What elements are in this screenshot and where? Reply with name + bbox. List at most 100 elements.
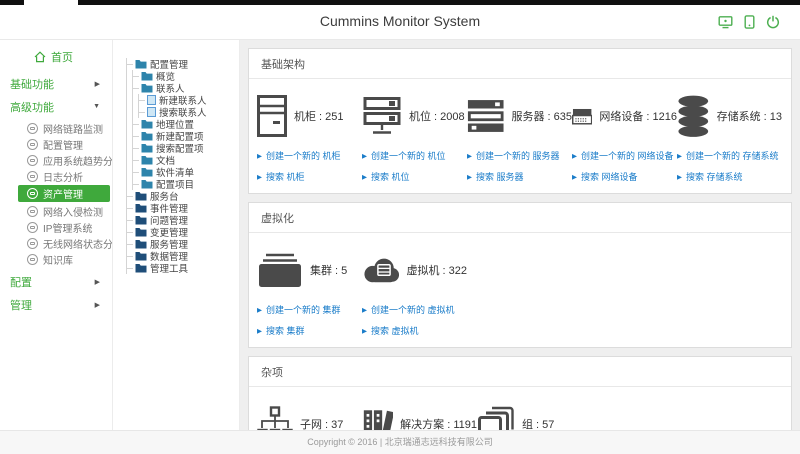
folder-icon <box>135 251 147 261</box>
create-storage-link[interactable]: 创建一个新的 存储系统 <box>677 149 782 162</box>
chevron-down-icon: ▼ <box>93 103 100 110</box>
search-vm-link[interactable]: 搜索 虚拟机 <box>362 324 467 337</box>
mobile-icon[interactable] <box>744 15 755 29</box>
asset-label: 机位 : 2008 <box>409 108 465 124</box>
create-rack-slot-link[interactable]: 创建一个新的 机位 <box>362 149 467 162</box>
folder-icon <box>141 179 153 189</box>
rack-slot-icon <box>362 97 402 135</box>
vm-icon <box>362 254 399 286</box>
config-icon <box>27 139 38 150</box>
sidebar-item-config-mgmt[interactable]: 配置管理 <box>0 136 112 152</box>
power-icon[interactable] <box>766 15 780 29</box>
tree-node-config-project[interactable]: 配置项目 <box>133 178 239 190</box>
folder-icon <box>141 131 153 141</box>
folder-icon <box>135 59 147 69</box>
asset-label: 服务器 : 635 <box>511 108 572 124</box>
search-storage-link[interactable]: 搜索 存储系统 <box>677 170 782 183</box>
sidebar-item-knowledge[interactable]: 知识库 <box>0 251 112 267</box>
asset-label: 组 : 57 <box>522 416 554 430</box>
asset-label: 集群 : 5 <box>310 262 347 278</box>
search-rack-link[interactable]: 搜索 机柜 <box>257 170 362 183</box>
server-icon <box>467 98 504 134</box>
asset-label: 存储系统 : 13 <box>717 108 782 124</box>
ip-icon <box>27 222 38 233</box>
create-rack-link[interactable]: 创建一个新的 机柜 <box>257 149 362 162</box>
header-icons <box>718 15 780 29</box>
sidebar-item-asset-mgmt[interactable]: 资产管理 <box>18 185 110 202</box>
folder-icon <box>135 239 147 249</box>
folder-icon <box>135 263 147 273</box>
intrusion-icon <box>27 206 38 217</box>
sidebar-item-log-analysis[interactable]: 日志分析 <box>0 168 112 184</box>
tree-panel: 配置管理 概览 联系人 新建联系人 <box>114 40 240 430</box>
monitor-icon[interactable] <box>718 15 733 29</box>
asset-icon <box>27 188 38 199</box>
asset-label: 网络设备 : 1216 <box>599 108 677 124</box>
chevron-right-icon: ▶ <box>95 80 100 88</box>
app-title: Cummins Monitor System <box>0 5 800 38</box>
folder-icon <box>141 83 153 93</box>
card-title: 虚拟化 <box>249 203 791 233</box>
sidebar-item-network-link[interactable]: 网络链路监测 <box>0 120 112 136</box>
cluster-icon <box>257 252 303 289</box>
search-network-device-link[interactable]: 搜索 网络设备 <box>572 170 677 183</box>
folder-icon <box>135 191 147 201</box>
copyright-text: Copyright © 2016 | 北京瑞通志远科技有限公司 <box>307 437 493 447</box>
asset-solution: 解决方案 : 1191 创建一个新的 解决方案 搜索 解决方案 <box>362 399 477 430</box>
search-rack-slot-link[interactable]: 搜索 机位 <box>362 170 467 183</box>
card-misc: 杂项 子网 : 37 创建一个新的 子网 搜索 子网 <box>248 356 792 430</box>
folder-icon <box>141 167 153 177</box>
tree-node-config-mgmt[interactable]: 配置管理 <box>127 58 239 70</box>
sidebar-section-manage[interactable]: 管理 ▶ <box>0 293 112 316</box>
sidebar: 首页 基础功能 ▶ 高级功能 ▼ 网络链路监测 配置管理 应用系统趋势分析 日志… <box>0 40 113 430</box>
asset-group: 组 : 57 创建一个新的 组 搜索 组 <box>477 399 582 430</box>
document-icon <box>147 95 156 105</box>
sidebar-item-wireless[interactable]: 无线网络状态分析 <box>0 235 112 251</box>
card-virtualization: 虚拟化 集群 : 5 创建一个新的 集群 搜索 集群 <box>248 202 792 348</box>
asset-label: 虚拟机 : 322 <box>406 262 467 278</box>
solutions-icon <box>362 407 393 431</box>
card-title: 基础架构 <box>249 49 791 79</box>
sidebar-section-config[interactable]: 配置 ▶ <box>0 270 112 293</box>
subnet-icon <box>257 406 293 431</box>
sidebar-section-advanced[interactable]: 高级功能 ▼ <box>0 95 112 118</box>
sidebar-item-app-trend[interactable]: 应用系统趋势分析 <box>0 152 112 168</box>
asset-cluster: 集群 : 5 创建一个新的 集群 搜索 集群 <box>257 245 362 337</box>
tree-node-search-ci[interactable]: 搜索配置项 <box>133 142 239 154</box>
tree-node-overview[interactable]: 概览 <box>133 70 239 82</box>
knowledge-icon <box>27 254 38 265</box>
rack-icon <box>257 95 287 137</box>
folder-icon <box>141 71 153 81</box>
trend-icon <box>27 155 38 166</box>
wireless-icon <box>27 238 38 249</box>
asset-label: 机柜 : 251 <box>294 108 344 124</box>
group-icon <box>477 406 515 430</box>
sidebar-item-intrusion[interactable]: 网络入侵检测 <box>0 203 112 219</box>
search-cluster-link[interactable]: 搜索 集群 <box>257 324 362 337</box>
tree-node-admin-tools[interactable]: 管理工具 <box>127 262 239 274</box>
sidebar-home-label: 首页 <box>51 49 73 65</box>
log-icon <box>27 171 38 182</box>
sidebar-item-ip-mgmt[interactable]: IP管理系统 <box>0 219 112 235</box>
app-header: Cummins Monitor System <box>0 5 800 40</box>
create-vm-link[interactable]: 创建一个新的 虚拟机 <box>362 303 467 316</box>
sidebar-section-basic[interactable]: 基础功能 ▶ <box>0 72 112 95</box>
card-title: 杂项 <box>249 357 791 387</box>
search-server-link[interactable]: 搜索 服务器 <box>467 170 572 183</box>
sidebar-item-home[interactable]: 首页 <box>0 40 112 72</box>
folder-icon <box>141 143 153 153</box>
storage-icon <box>677 94 710 138</box>
asset-label: 解决方案 : 1191 <box>400 416 477 430</box>
chevron-right-icon: ▶ <box>95 278 100 286</box>
create-network-device-link[interactable]: 创建一个新的 网络设备 <box>572 149 677 162</box>
asset-vm: 虚拟机 : 322 创建一个新的 虚拟机 搜索 虚拟机 <box>362 245 467 337</box>
asset-subnet: 子网 : 37 创建一个新的 子网 搜索 子网 <box>257 399 362 430</box>
asset-server: 服务器 : 635 创建一个新的 服务器 搜索 服务器 <box>467 91 572 183</box>
create-cluster-link[interactable]: 创建一个新的 集群 <box>257 303 362 316</box>
home-icon <box>34 51 46 63</box>
folder-icon <box>141 155 153 165</box>
folder-icon <box>135 215 147 225</box>
document-icon <box>147 107 156 117</box>
chevron-right-icon: ▶ <box>95 301 100 309</box>
create-server-link[interactable]: 创建一个新的 服务器 <box>467 149 572 162</box>
